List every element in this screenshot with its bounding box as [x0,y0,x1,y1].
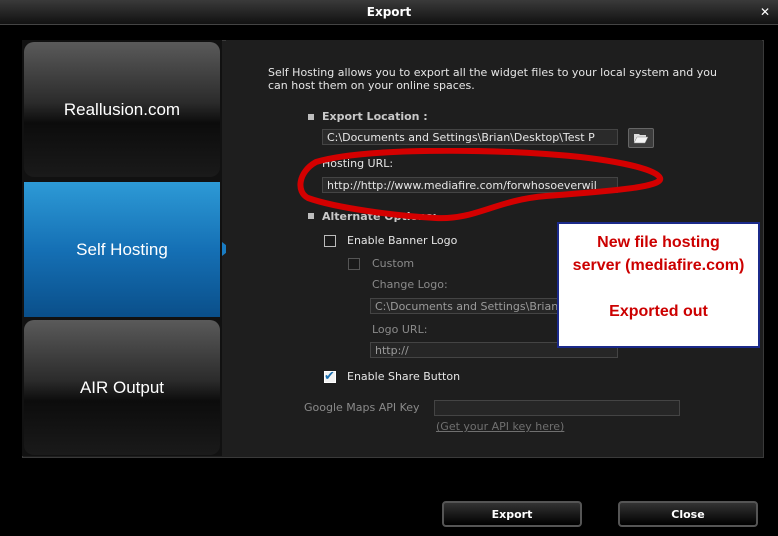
annotation-line-1: New file hosting [597,234,720,251]
google-maps-api-key-label: Google Maps API Key [304,401,420,414]
sidebar-item-self-hosting[interactable]: Self Hosting [24,182,220,317]
enable-share-button-checkbox[interactable]: ✔ [324,369,336,384]
sidebar-item-air-output[interactable]: AIR Output [24,320,220,455]
enable-banner-logo-label: Enable Banner Logo [347,234,458,247]
export-location-label: Export Location : [322,110,428,123]
annotation-line-2: server (mediafire.com) [572,257,745,274]
checkmark-icon: ✔ [324,369,335,384]
sidebar: Reallusion.com Self Hosting AIR Output [22,40,222,456]
annotation-callout: New file hosting server (mediafire.com) … [557,222,760,348]
google-maps-api-key-field[interactable] [434,400,680,416]
sidebar-item-label: AIR Output [79,377,165,397]
custom-checkbox[interactable] [348,258,360,270]
change-logo-label: Change Logo: [372,278,448,291]
get-api-key-link[interactable]: (Get your API key here) [436,420,564,433]
export-button[interactable]: Export [442,501,582,527]
folder-open-icon [633,134,649,144]
browse-folder-button[interactable] [628,128,654,148]
close-button[interactable]: Close [618,501,758,527]
red-highlight-circle [297,148,663,222]
custom-label: Custom [372,257,415,270]
export-location-field[interactable]: C:\Documents and Settings\Brian\Desktop\… [322,129,618,145]
title-bar: Export ✕ [0,0,778,25]
change-logo-field[interactable]: C:\Documents and Settings\Brian [370,298,560,314]
bullet-icon [308,114,314,120]
logo-url-label: Logo URL: [372,323,428,336]
annotation-line-3: Exported out [609,303,708,320]
sidebar-item-label: Self Hosting [76,239,168,259]
sidebar-item-label: Reallusion.com [63,99,181,119]
window-title: Export [366,5,412,19]
window-close-icon[interactable]: ✕ [758,5,772,19]
sidebar-item-reallusion[interactable]: Reallusion.com [24,42,220,177]
enable-banner-logo-checkbox[interactable] [324,235,336,247]
description-text: Self Hosting allows you to export all th… [268,66,717,92]
enable-share-button-label: Enable Share Button [347,370,461,383]
